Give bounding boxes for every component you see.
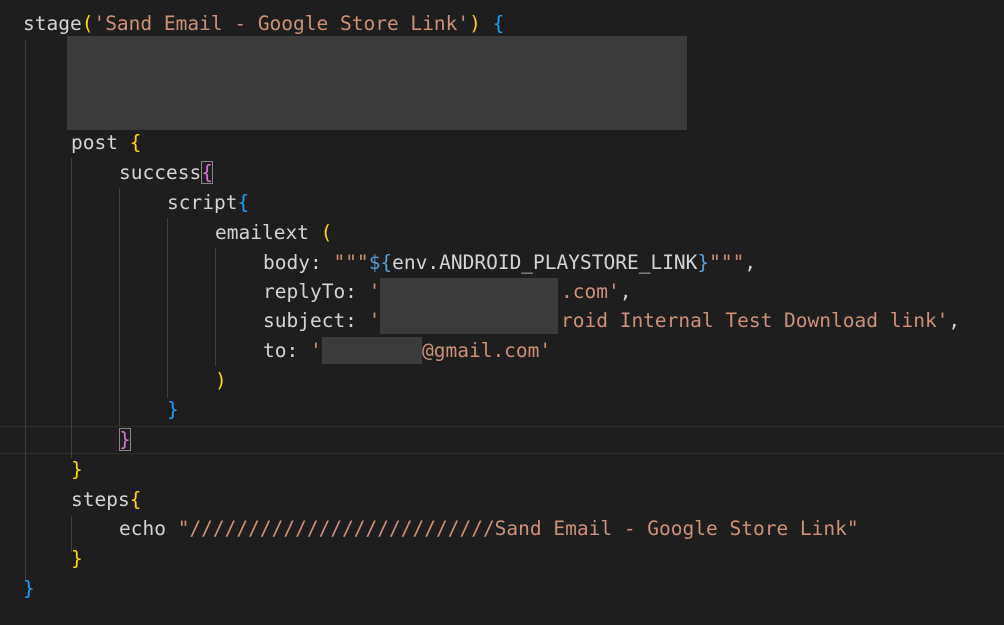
code-line-1[interactable]: stage('Sand Email - Google Store Link') … (23, 9, 504, 39)
code-line-9[interactable]: to: ' (263, 336, 322, 366)
token-keyword: stage (23, 12, 82, 35)
token-key: replyTo: (263, 280, 369, 303)
token-string: """ (333, 251, 369, 274)
token-bracket: ( (81, 12, 94, 35)
code-line-2[interactable]: post { (71, 128, 141, 158)
token-keyword: post (71, 131, 118, 154)
token-string: 'Sand Email - Google Store Link' (93, 12, 470, 35)
token-string: ' (368, 280, 381, 303)
indent-guide (119, 188, 120, 426)
redacted-block (322, 337, 422, 364)
token-keyword: echo (119, 517, 178, 540)
code-line-5[interactable]: emailext ( (215, 218, 332, 248)
token-keyword: script (167, 191, 238, 214)
token-keyword: success (119, 161, 202, 184)
code-line-8[interactable]: subject: ' (263, 306, 380, 336)
code-line-7-tail[interactable]: .com', (561, 277, 631, 307)
redacted-block (67, 36, 687, 130)
token-bracket: ) (469, 12, 481, 35)
token-string: @gmail.com' (422, 339, 552, 362)
token-punct: , (619, 280, 632, 303)
code-line-7[interactable]: replyTo: ' (263, 277, 380, 307)
token-string: """ (709, 251, 745, 274)
token-bracket: ( (320, 221, 333, 244)
token-keyword: steps (71, 488, 130, 511)
token-template: } (697, 251, 710, 274)
indent-guide (25, 40, 26, 580)
code-line-17[interactable]: } (23, 574, 35, 604)
token-string: .com' (561, 280, 620, 303)
code-line-8-tail[interactable]: roid Internal Test Download link', (561, 306, 960, 336)
token-punct: , (948, 309, 961, 332)
code-line-15[interactable]: echo "//////////////////////////Sand Ema… (119, 514, 859, 544)
token-key: body: (263, 251, 334, 274)
token-bracket: } (71, 547, 83, 570)
code-line-3[interactable]: success{ (119, 158, 213, 188)
token-bracket: { (492, 12, 505, 35)
code-line-11[interactable]: } (167, 395, 179, 425)
token-variable: env.ANDROID_PLAYSTORE_LINK (392, 251, 698, 274)
token-bracket-matched: { (201, 161, 213, 184)
code-line-14[interactable]: steps{ (71, 485, 141, 515)
token-bracket: { (129, 131, 142, 154)
token-bracket: } (167, 398, 179, 421)
token-string: "//////////////////////////Sand Email - … (177, 517, 859, 540)
indent-guide (215, 248, 216, 366)
code-line-16[interactable]: } (71, 544, 83, 574)
token-key: subject: (263, 309, 369, 332)
redacted-block (380, 278, 558, 334)
code-line-9-tail[interactable]: @gmail.com' (422, 336, 551, 366)
token-template: ${ (368, 251, 393, 274)
token-bracket: ) (215, 369, 227, 392)
code-line-4[interactable]: script{ (167, 188, 249, 218)
token-bracket-matched: } (119, 428, 131, 451)
token-string: ' (368, 309, 381, 332)
code-line-13[interactable]: } (71, 455, 83, 485)
token-bracket: } (71, 458, 83, 481)
code-line-10[interactable]: ) (215, 366, 227, 396)
current-line-highlight (0, 426, 1004, 454)
token-key: to: (263, 339, 310, 362)
indent-guide (167, 218, 168, 398)
token-bracket: { (129, 488, 142, 511)
indent-guide (71, 158, 72, 458)
code-line-12[interactable]: } (119, 425, 131, 455)
token-bracket: { (237, 191, 250, 214)
code-line-6[interactable]: body: """${env.ANDROID_PLAYSTORE_LINK}""… (263, 248, 756, 278)
code-editor[interactable]: stage('Sand Email - Google Store Link') … (0, 0, 1004, 625)
token-bracket: } (23, 577, 35, 600)
token-punct: , (744, 251, 757, 274)
token-string: ' (309, 339, 322, 362)
token-keyword: emailext (215, 221, 309, 244)
token-string: roid Internal Test Download link' (561, 309, 949, 332)
